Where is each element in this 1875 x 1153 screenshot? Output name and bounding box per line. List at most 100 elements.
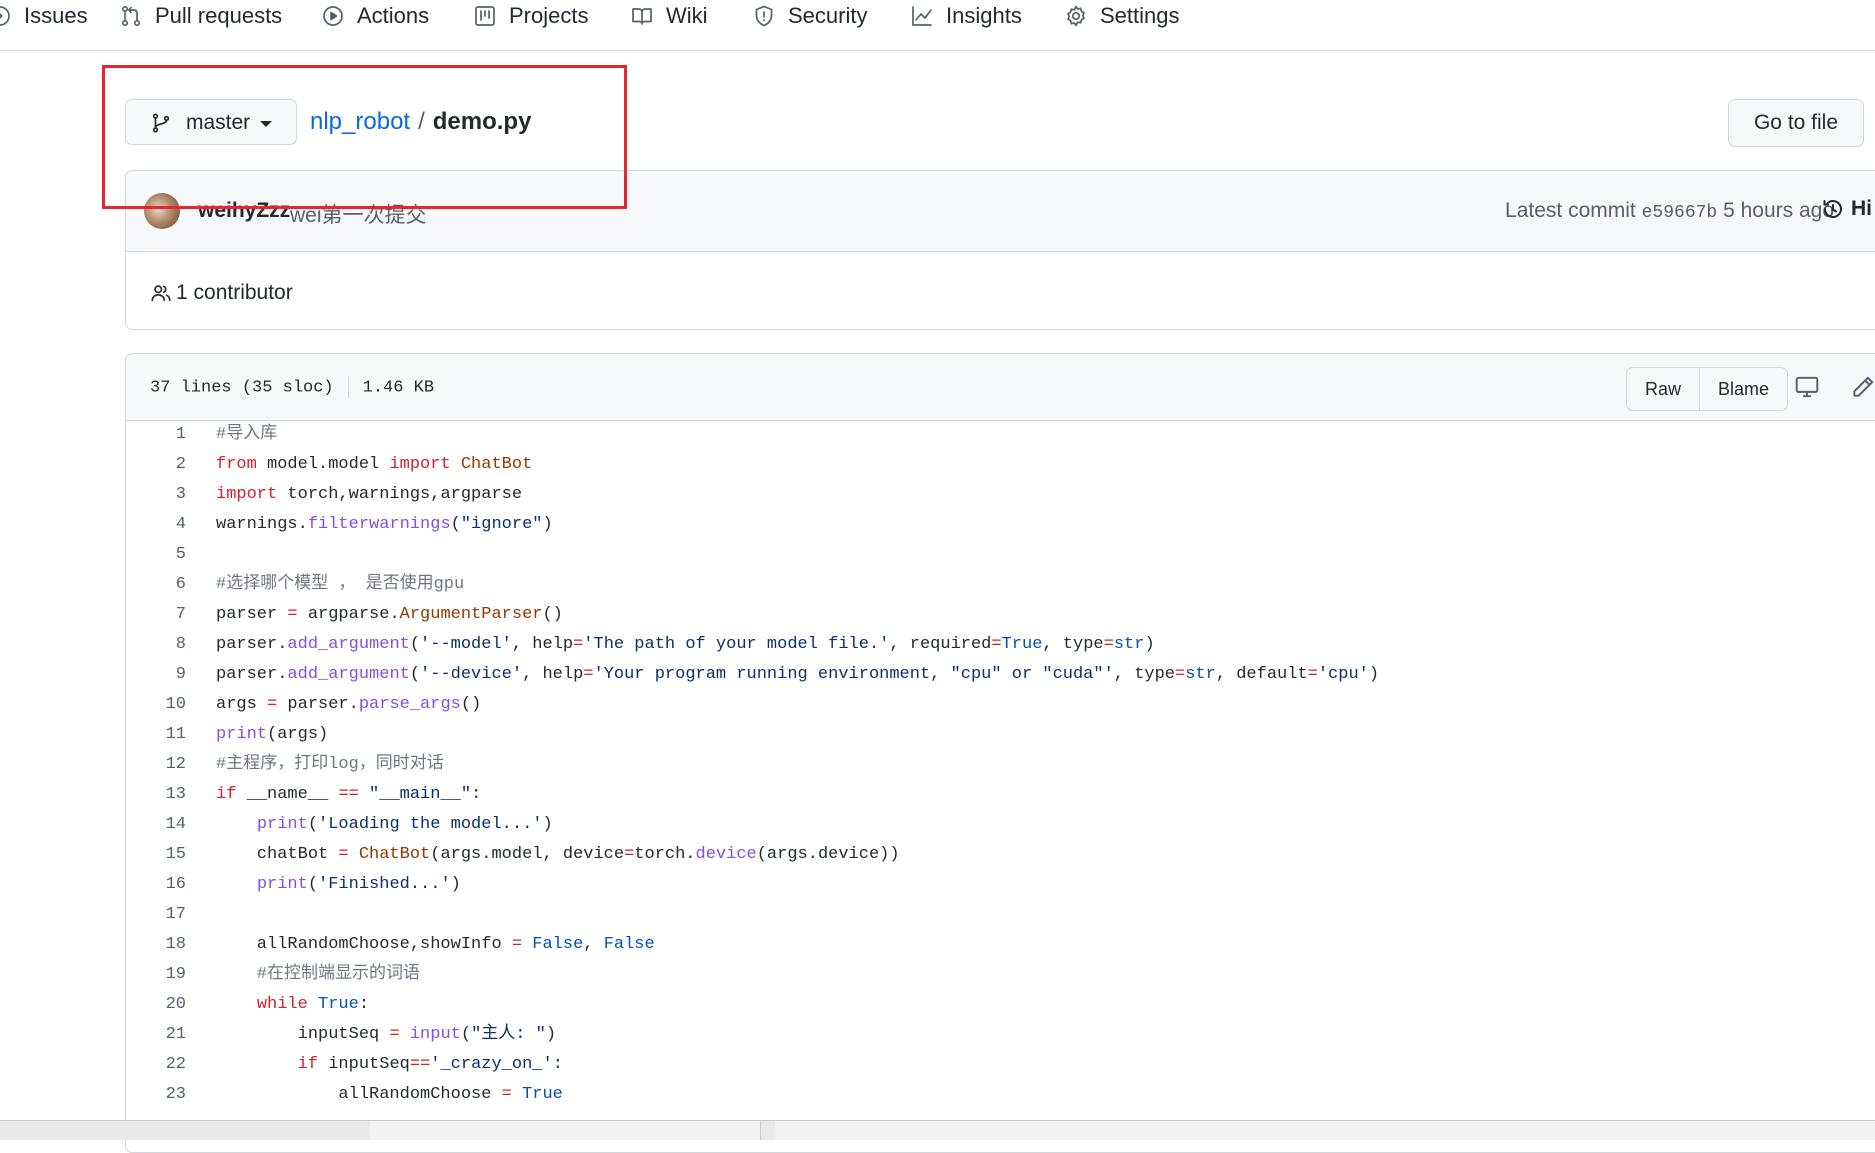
line-number[interactable]: 8 [126,630,186,660]
line-number[interactable]: 15 [126,840,186,870]
code-text: import torch,warnings,argparse [216,485,523,504]
code-line: 2 from model.model import ChatBot [126,450,1875,480]
tab-settings[interactable]: Settings [1064,0,1180,32]
taskbar-window[interactable] [370,1121,761,1140]
line-number[interactable]: 23 [126,1080,186,1110]
code-line: 17 [126,900,1875,930]
blame-button[interactable]: Blame [1699,368,1787,410]
breadcrumb-file-name: demo.py [432,108,532,135]
project-icon [475,6,495,26]
file-header: 37 lines (35 sloc) 1.46 KB Raw Blame [126,354,1875,421]
code-text: print('Loading the model...') [256,815,553,834]
code-text: parser.add_argument('--device', help='Yo… [216,665,1380,684]
code-line: 21 inputSeq = input("主人: ") [126,1020,1875,1050]
taskbar-window[interactable] [775,1121,1875,1140]
code-text: #主程序，打印log，同时对话 [216,755,444,774]
line-number[interactable]: 10 [126,690,186,720]
tab-label: Actions [357,3,430,28]
line-number[interactable]: 3 [126,480,186,510]
line-number[interactable]: 2 [126,450,186,480]
history-button[interactable]: Hi [1821,197,1872,221]
code-text: if inputSeq=='_crazy_on_': [297,1055,563,1074]
history-icon [1823,200,1842,218]
contributors-link[interactable]: 1 contributor [150,281,293,305]
line-number[interactable]: 4 [126,510,186,540]
tab-wiki[interactable]: Wiki [630,0,708,32]
branch-name: master [186,111,251,134]
issue-icon [0,6,10,26]
code-line: 15 chatBot = ChatBot(args.model, device=… [126,840,1875,870]
commit-message[interactable]: wei第一次提交 [290,199,427,229]
line-number[interactable]: 13 [126,780,186,810]
code-text: if __name__ == "__main__": [216,785,482,804]
line-number[interactable]: 22 [126,1050,186,1080]
line-number[interactable]: 7 [126,600,186,630]
file-actions-group: Raw Blame [1626,367,1789,411]
code-line: 16 print('Finished...') [126,870,1875,900]
tab-label: Issues [24,3,88,28]
book-icon [632,8,652,25]
file-lines-info: 37 lines (35 sloc) [150,378,334,398]
line-number[interactable]: 21 [126,1020,186,1050]
repo-nav: Issues Pull requests Actions Projects Wi… [0,0,1875,51]
code-text: from model.model import ChatBot [216,455,533,474]
code-line: 5 [126,540,1875,570]
line-number[interactable]: 20 [126,990,186,1020]
code-line: 23 allRandomChoose = True [126,1080,1875,1110]
breadcrumb: nlp_robot / demo.py [310,108,531,136]
pencil-icon[interactable] [1850,374,1875,400]
commit-author[interactable]: weihyZzz [198,199,290,223]
line-number[interactable]: 17 [126,900,186,930]
line-number[interactable]: 11 [126,720,186,750]
commit-sha[interactable]: e59667b [1642,203,1718,223]
line-number[interactable]: 16 [126,870,186,900]
code-text: allRandomChoose = True [216,1085,563,1104]
latest-commit-label: Latest commit [1505,199,1636,222]
tab-pull-requests[interactable]: Pull requests [119,0,282,32]
breadcrumb-repo-link[interactable]: nlp_robot [310,108,410,135]
people-icon [151,285,171,302]
line-number[interactable]: 9 [126,660,186,690]
desktop-icon[interactable] [1794,374,1820,400]
line-number[interactable]: 1 [126,420,186,450]
code-line: 13 if __name__ == "__main__": [126,780,1875,810]
play-icon [323,6,343,26]
code-line: 8 parser.add_argument('--model', help='Th… [126,630,1875,660]
pull-request-icon [121,5,141,27]
tab-insights[interactable]: Insights [910,0,1022,32]
line-number[interactable]: 18 [126,930,186,960]
code-text: while True: [256,995,370,1014]
graph-icon [912,6,932,26]
line-number[interactable]: 5 [126,540,186,570]
tab-issues[interactable]: Issues [0,0,88,32]
line-number[interactable]: 14 [126,810,186,840]
commit-info-box: weihyZzz wei第一次提交 Latest commit e59667b … [125,170,1875,330]
code-text: parser = argparse.ArgumentParser() [216,605,563,624]
line-number[interactable]: 6 [126,570,186,600]
file-viewer: 37 lines (35 sloc) 1.46 KB Raw Blame 1 #导入… [125,353,1875,1153]
raw-button[interactable]: Raw [1627,368,1699,410]
code-line: 12 #主程序，打印log，同时对话 [126,750,1875,780]
history-label: Hi [1851,197,1872,220]
tab-label: Projects [509,3,589,28]
line-number[interactable]: 12 [126,750,186,780]
code-line: 20 while True: [126,990,1875,1020]
avatar[interactable] [144,193,180,229]
tab-actions[interactable]: Actions [321,0,429,32]
code-line: 11 print(args) [126,720,1875,750]
tab-label: Settings [1100,3,1180,28]
code-line: 3 import torch,warnings,argparse [126,480,1875,510]
tab-label: Insights [946,3,1022,28]
divider [347,376,349,398]
code-text: inputSeq = input("主人: ") [216,1025,557,1044]
code-text: chatBot = ChatBot(args.model, device=tor… [216,845,900,864]
line-number[interactable]: 19 [126,960,186,990]
branch-selector-button[interactable]: master [125,99,297,145]
file-size: 1.46 KB [362,378,435,398]
tab-security[interactable]: Security [752,0,867,32]
taskbar-strip [0,1120,1875,1140]
tab-projects[interactable]: Projects [473,0,588,32]
go-to-file-button[interactable]: Go to file [1728,99,1864,147]
tab-label: Security [788,3,868,28]
tab-label: Wiki [666,3,708,28]
